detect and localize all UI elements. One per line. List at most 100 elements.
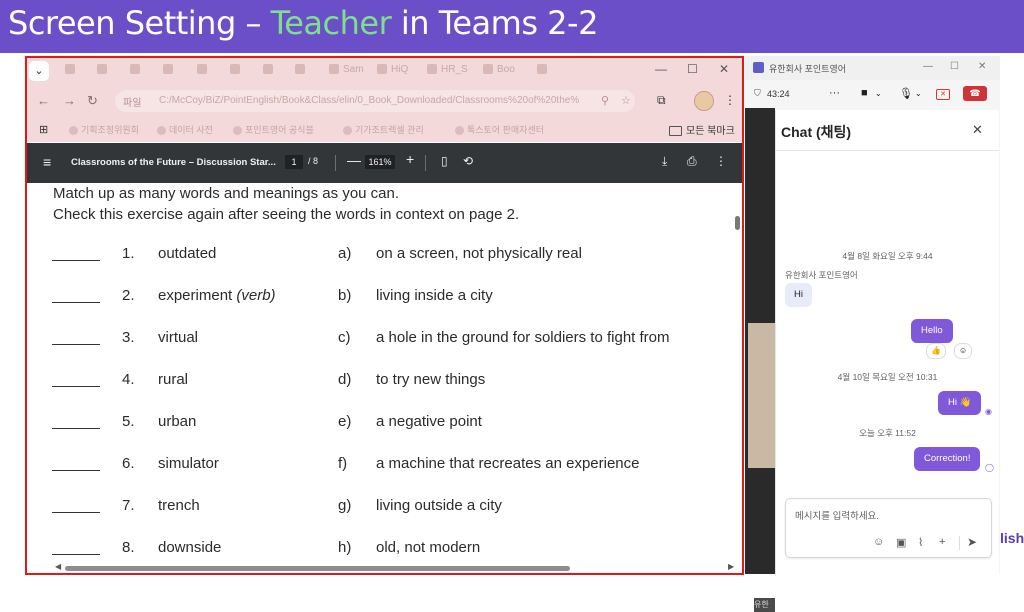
tab-favicon[interactable] xyxy=(65,64,79,75)
leave-call-button[interactable]: ☎ xyxy=(963,86,987,101)
item-letter: b) xyxy=(338,287,352,304)
send-icon[interactable]: ➤ xyxy=(967,535,977,549)
item-word: simulator xyxy=(158,455,219,472)
close-icon[interactable]: ✕ xyxy=(972,122,983,138)
bookmark-item[interactable]: 톡스토어 판매자센터 xyxy=(455,123,544,136)
message-in[interactable]: Hi xyxy=(785,283,812,307)
zoom-out-icon[interactable]: — xyxy=(347,152,361,168)
horizontal-scrollbar[interactable] xyxy=(65,566,570,571)
tab-favicon[interactable] xyxy=(295,64,309,75)
tab-label: Sam xyxy=(343,64,364,75)
maximize-icon[interactable]: ☐ xyxy=(950,61,959,72)
tab-favicon[interactable] xyxy=(263,64,277,75)
extensions-icon[interactable]: ⧉ xyxy=(657,93,666,108)
item-letter: c) xyxy=(338,329,351,346)
tab-favicon[interactable] xyxy=(537,64,551,75)
slide-title-part2: in Teams 2-2 xyxy=(391,4,599,42)
message-out[interactable]: Correction! xyxy=(914,447,981,471)
browser-tab[interactable]: HR_S xyxy=(427,64,468,75)
minimize-icon[interactable]: — xyxy=(655,62,667,76)
tab-favicon[interactable] xyxy=(163,64,177,75)
forward-icon[interactable]: → xyxy=(63,93,76,108)
date-stamp: 오늘 오후 11:52 xyxy=(859,428,916,438)
hamburger-menu-icon[interactable]: ≡ xyxy=(43,154,51,170)
zoom-level-input[interactable]: 161% xyxy=(365,155,395,169)
answer-blank xyxy=(52,302,100,303)
fit-page-icon[interactable]: ▯ xyxy=(441,154,448,168)
message-compose-box[interactable]: 메시지를 입력하세요. ☺ ▣ ⌇ + ➤ xyxy=(785,498,992,558)
tab-favicon[interactable] xyxy=(197,64,211,75)
bookmark-item[interactable]: 기가조트렉셀 관리 xyxy=(343,123,424,136)
browser-tab[interactable]: Boo xyxy=(483,64,515,75)
scroll-left-icon[interactable]: ◀ xyxy=(55,562,61,571)
download-icon[interactable]: ⤓ xyxy=(662,154,667,169)
mic-off-icon[interactable]: 🎙 xyxy=(899,87,913,100)
image-icon[interactable]: ▣ xyxy=(896,536,906,549)
browser-tab[interactable]: Sam xyxy=(329,64,364,75)
tab-label: Boo xyxy=(497,64,515,75)
vertical-scrollbar[interactable] xyxy=(735,216,740,230)
bookmarks-bar: ⊞ 기획조정위원회 데이터 사전 포인트영어 공식블 기가조트렉셀 관리 톡스토… xyxy=(25,116,744,142)
bookmark-item[interactable]: 데이터 사전 xyxy=(157,123,213,136)
chevron-down-icon[interactable]: ⌄ xyxy=(29,61,49,81)
message-out[interactable]: Hi 👋 xyxy=(938,391,982,415)
page-total: / 8 xyxy=(308,156,319,166)
maximize-icon[interactable]: ☐ xyxy=(687,62,698,76)
item-letter: d) xyxy=(338,371,352,388)
zoom-in-icon[interactable]: + xyxy=(406,151,414,167)
exercise-row: 8. downside h) old, not modern xyxy=(25,539,744,561)
toolbar-divider xyxy=(335,155,336,171)
close-icon[interactable]: ✕ xyxy=(978,61,986,72)
browser-tab[interactable]: HiQ xyxy=(377,64,408,75)
rotate-icon[interactable]: ⟲ xyxy=(463,154,473,168)
reload-icon[interactable]: ↻ xyxy=(87,93,98,109)
item-meaning: on a screen, not physically real xyxy=(376,245,582,262)
message-out[interactable]: Hello xyxy=(911,319,953,343)
apps-grid-icon[interactable]: ⊞ xyxy=(39,123,48,136)
more-options-icon[interactable]: ⋮ xyxy=(715,154,727,168)
pdf-page: Match up as many words and meanings as y… xyxy=(25,183,744,574)
bookmark-item[interactable]: 포인트영어 공식블 xyxy=(233,123,314,136)
item-letter: e) xyxy=(338,413,352,430)
chevron-down-icon[interactable]: ⌄ xyxy=(875,89,882,98)
back-icon[interactable]: ← xyxy=(37,93,50,108)
tab-favicon[interactable] xyxy=(230,64,244,75)
item-word-text: virtual xyxy=(158,329,199,346)
answer-blank xyxy=(52,428,100,429)
share-stop-icon[interactable]: ✕ xyxy=(936,89,950,100)
camera-icon[interactable]: ■ xyxy=(861,87,868,99)
minimize-icon[interactable]: — xyxy=(923,61,933,72)
address-row: ← → ↻ 파일 C:/McCoy/BiZ/PointEnglish/Book&… xyxy=(25,86,744,116)
tab-strip: ⌄ Sam HiQ HR_S Boo — ☐ ✕ xyxy=(25,56,744,86)
scroll-right-icon[interactable]: ▶ xyxy=(728,562,734,571)
item-word-text: outdated xyxy=(158,245,217,262)
item-number: 1. xyxy=(122,245,135,262)
more-actions-icon[interactable]: ··· xyxy=(829,87,840,99)
participant-video xyxy=(748,323,775,468)
star-icon[interactable]: ☆ xyxy=(621,94,631,107)
address-bar[interactable]: 파일 C:/McCoy/BiZ/PointEnglish/Book&Class/… xyxy=(115,90,635,112)
tab-favicon[interactable] xyxy=(130,64,144,75)
all-bookmarks[interactable]: 모든 북마크 xyxy=(669,122,735,137)
print-icon[interactable]: ⎙ xyxy=(687,154,697,169)
close-icon[interactable]: ✕ xyxy=(719,62,729,76)
more-menu-icon[interactable]: ⋮ xyxy=(724,93,736,107)
profile-avatar[interactable] xyxy=(694,91,714,111)
zoom-icon[interactable]: ⚲ xyxy=(601,94,609,107)
exercise-row: 2. experiment (verb) b) living inside a … xyxy=(25,287,744,309)
item-meaning: a machine that recreates an experience xyxy=(376,455,640,472)
emoji-icon[interactable]: ☺ xyxy=(873,536,884,548)
page-number-input[interactable]: 1 xyxy=(285,155,303,169)
add-reaction-icon[interactable]: ☺ xyxy=(954,343,973,359)
chevron-down-icon[interactable]: ⌄ xyxy=(915,89,922,98)
plus-icon[interactable]: + xyxy=(939,536,945,548)
exercise-row: 1. outdated a) on a screen, not physical… xyxy=(25,245,744,267)
bookmark-item[interactable]: 기획조정위원회 xyxy=(69,123,139,136)
shield-icon: ⛉ xyxy=(754,88,761,98)
reaction-badge[interactable]: 👍 xyxy=(926,343,946,359)
item-letter: f) xyxy=(338,455,348,472)
item-word-note: (verb) xyxy=(236,287,276,304)
attach-icon[interactable]: ⌇ xyxy=(918,536,923,549)
item-meaning: old, not modern xyxy=(376,539,481,556)
tab-favicon[interactable] xyxy=(97,64,111,75)
